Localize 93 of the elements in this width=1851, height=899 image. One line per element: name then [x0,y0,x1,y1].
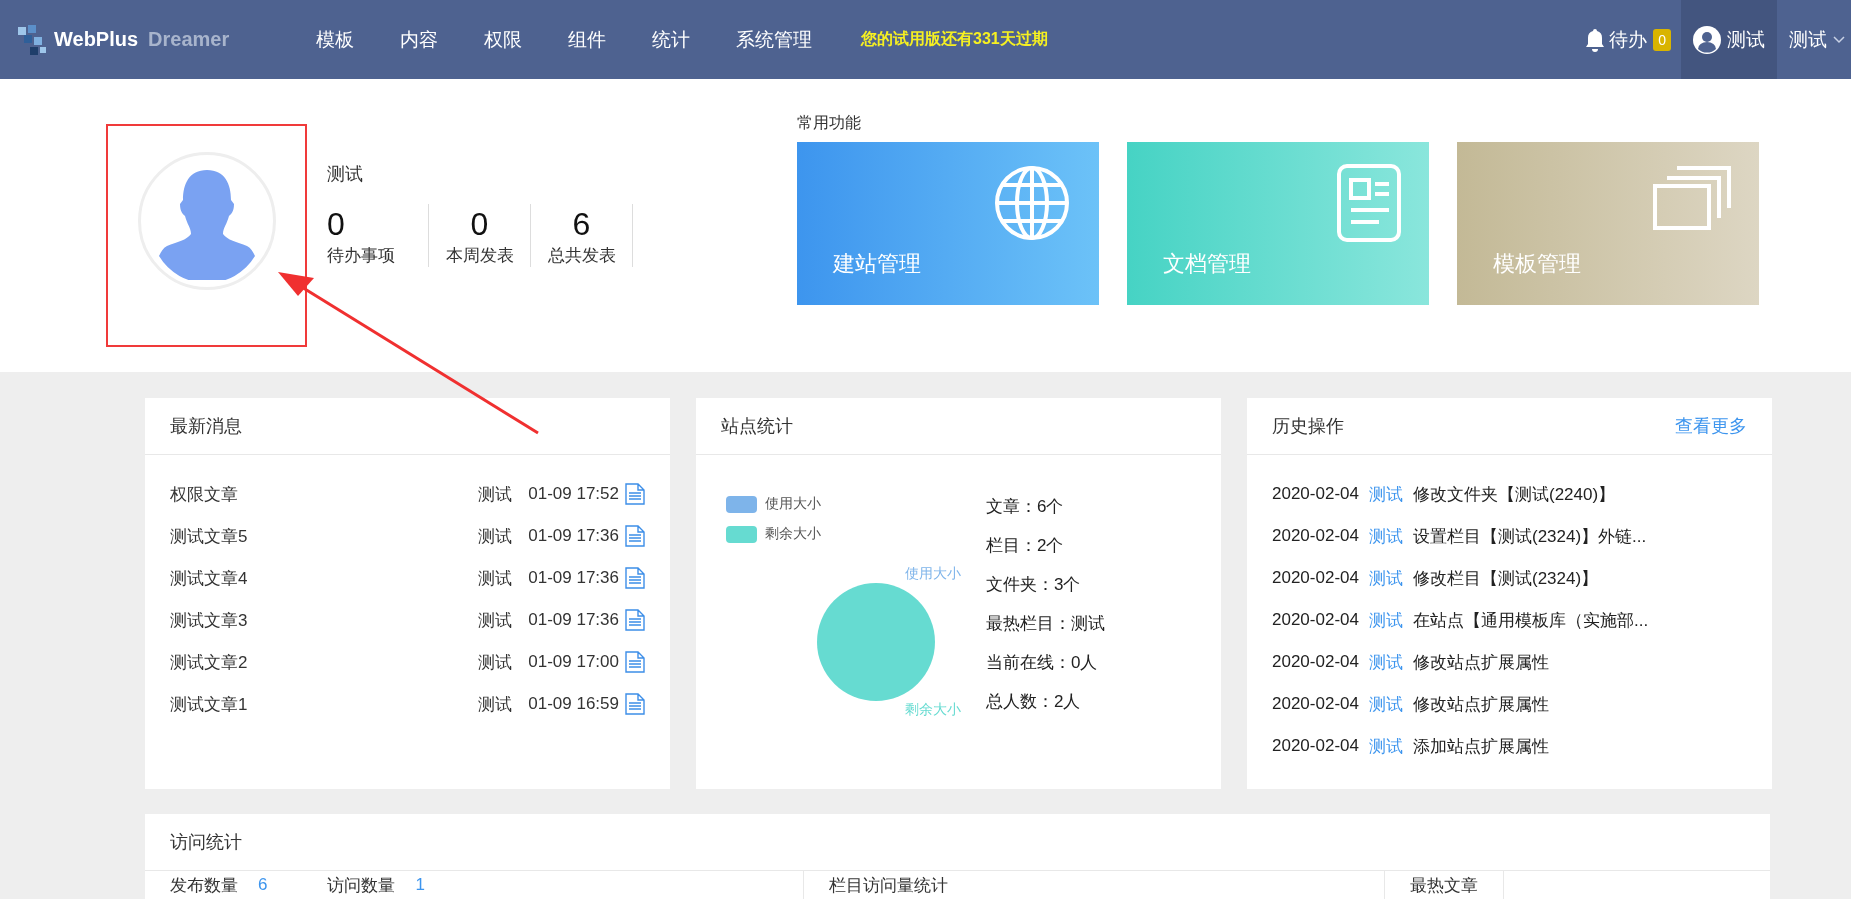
news-link[interactable]: 测试文章1 [170,692,479,716]
user-link[interactable]: 测试 [1368,566,1403,590]
stat-fact: 文件夹：3个 [986,574,1082,596]
stat-value: 0 [470,205,489,244]
history-action: 修改站点扩展属性 [1412,693,1549,716]
user-link[interactable]: 测试 [1368,608,1403,632]
stat-fact: 最热栏目：测试 [986,613,1105,635]
user-name: 测试 [327,163,364,186]
column-title: 栏目访问量统计 [829,874,948,897]
globe-icon [993,164,1071,242]
nav-link[interactable]: 组件 [545,26,629,53]
logo-brand: WebPlus [54,28,139,51]
news-author: 测试 [478,609,513,632]
user-link[interactable]: 测试 [1368,692,1403,716]
bell-icon [1585,27,1606,52]
document-icon [1337,164,1401,242]
metric-label: 访问数量 [327,874,396,897]
metric-label: 发布数量 [170,874,238,897]
stat-label: 本周发表 [445,245,514,267]
news-author: 测试 [478,483,513,506]
legend-label: 剩余大小 [765,525,821,543]
card-title: 站点统计 [721,415,793,438]
nav-link[interactable]: 系统管理 [713,26,835,53]
history-date: 2020-02-04 [1272,736,1359,756]
legend-label: 使用大小 [765,495,821,513]
card-title: 访问统计 [170,831,242,854]
news-time: 01-09 16:59 [528,694,619,714]
stat-fact: 总人数：2人 [986,691,1082,713]
nav-link[interactable]: 模板 [306,26,377,53]
document-icon[interactable] [625,693,645,715]
stat-label: 待办事项 [327,245,395,267]
view-more-link[interactable]: 查看更多 [1675,414,1747,438]
history-date: 2020-02-04 [1272,610,1359,630]
user-menu[interactable]: 测试 [1681,0,1777,79]
news-time: 01-09 17:36 [528,610,619,630]
news-author: 测试 [478,525,513,548]
column-title: 最热文章 [1410,874,1478,897]
history-date: 2020-02-04 [1272,526,1359,546]
news-time: 01-09 17:36 [528,526,619,546]
nav-link[interactable]: 统计 [629,26,713,53]
nav-link[interactable]: 权限 [461,26,545,53]
nav-link[interactable]: 内容 [377,26,461,53]
document-icon[interactable] [625,483,645,505]
stat-fact: 当前在线：0人 [986,652,1099,674]
logo-product: Dreamer [148,28,230,51]
card-title: 最新消息 [170,415,242,438]
history-date: 2020-02-04 [1272,568,1359,588]
news-link[interactable]: 测试文章2 [170,650,479,674]
history-action: 修改站点扩展属性 [1412,651,1549,674]
history-date: 2020-02-04 [1272,652,1359,672]
account-dropdown[interactable]: 测试 [1777,26,1851,53]
history-action: 修改栏目【测试(2324)】 [1412,567,1599,590]
history-action: 在站点【通用模板库（实施部... [1412,609,1649,632]
document-icon[interactable] [625,567,645,589]
stacked-windows-icon [1653,164,1731,230]
stat-value: 6 [572,205,591,244]
pie-label: 剩余大小 [905,701,961,719]
stat-fact: 文章：6个 [986,496,1065,518]
section-title: 常用功能 [797,113,862,133]
caret-icon [1833,35,1845,44]
user-link[interactable]: 测试 [1368,734,1403,758]
document-icon[interactable] [625,609,645,631]
news-time: 01-09 17:52 [528,484,619,504]
news-link[interactable]: 测试文章3 [170,608,479,632]
stat-label: 总共发表 [547,245,616,267]
history-action: 添加站点扩展属性 [1412,735,1549,758]
user-link[interactable]: 测试 [1368,524,1403,548]
metric-value: 1 [415,875,425,895]
user-link[interactable]: 测试 [1368,650,1403,674]
todo-count-badge: 0 [1653,28,1671,51]
user-link[interactable]: 测试 [1368,482,1403,506]
document-icon[interactable] [625,525,645,547]
news-author: 测试 [478,567,513,590]
history-date: 2020-02-04 [1272,484,1359,504]
news-link[interactable]: 权限文章 [170,482,479,506]
news-time: 01-09 17:36 [528,568,619,588]
trial-notice: 您的试用版还有331天过期 [861,29,1048,49]
user-avatar-icon [1693,25,1721,54]
news-author: 测试 [478,693,513,716]
todo-link[interactable]: 待办 [1585,26,1648,53]
metric-value: 6 [258,875,268,895]
stat-fact: 栏目：2个 [986,535,1065,557]
card-title: 历史操作 [1272,415,1344,438]
stat-value: 0 [327,205,345,244]
news-link[interactable]: 测试文章5 [170,524,479,548]
document-icon[interactable] [625,651,645,673]
pie-label: 使用大小 [905,565,961,583]
history-date: 2020-02-04 [1272,694,1359,714]
history-action: 修改文件夹【测试(2240)】 [1412,483,1616,506]
news-time: 01-09 17:00 [528,652,619,672]
history-action: 设置栏目【测试(2324)】外链... [1412,525,1647,548]
news-link[interactable]: 测试文章4 [170,566,479,590]
news-author: 测试 [478,651,513,674]
